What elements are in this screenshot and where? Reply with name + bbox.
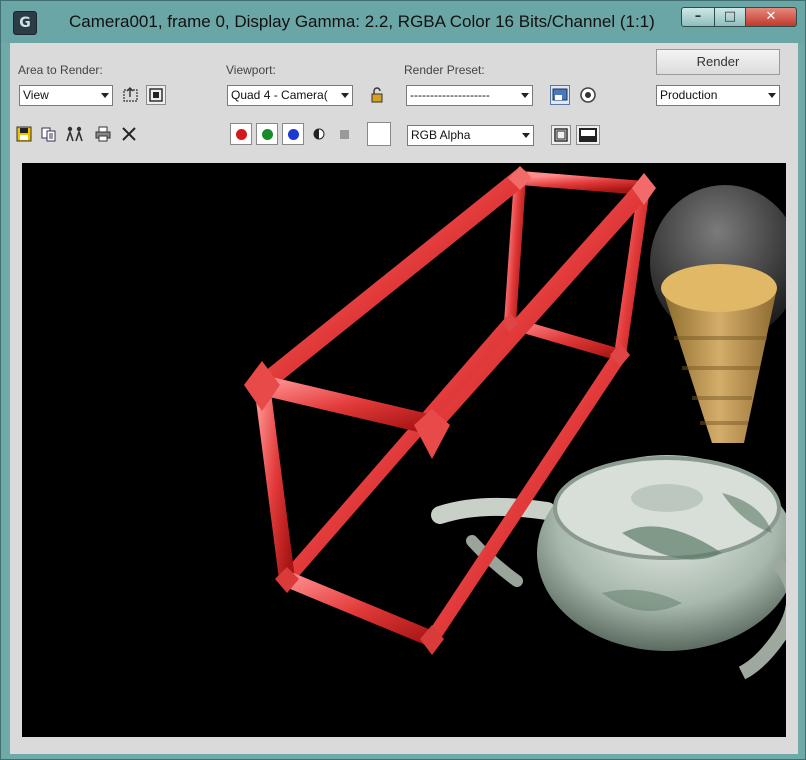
- rendered-image-viewport[interactable]: [22, 163, 786, 737]
- chevron-down-icon: [341, 93, 349, 98]
- chevron-down-icon: [522, 133, 530, 138]
- mono-toggle[interactable]: [310, 125, 330, 145]
- edit-region-icon: [123, 87, 138, 102]
- clear-frame-button[interactable]: [120, 125, 140, 145]
- viewport-label: Viewport:: [226, 63, 276, 77]
- area-to-render-dropdown[interactable]: View: [19, 85, 113, 106]
- green-channel-toggle[interactable]: [256, 123, 278, 145]
- maximize-button[interactable]: □: [714, 7, 746, 27]
- display-toggle-button[interactable]: [551, 125, 571, 145]
- close-button[interactable]: ✕: [745, 7, 797, 27]
- chevron-down-icon: [768, 93, 776, 98]
- render-preset-label: Render Preset:: [404, 63, 485, 77]
- render-mode-dropdown[interactable]: Production: [656, 85, 780, 106]
- copy-image-button[interactable]: [40, 125, 60, 145]
- window-title: Camera001, frame 0, Display Gamma: 2.2, …: [69, 12, 655, 31]
- title-bar[interactable]: G Camera001, frame 0, Display Gamma: 2.2…: [1, 1, 805, 43]
- minimize-button[interactable]: –: [681, 7, 715, 27]
- render-mode-value: Production: [660, 88, 718, 102]
- render-setup-button[interactable]: [578, 85, 598, 105]
- clone-frame-button[interactable]: [65, 125, 85, 145]
- print-icon: [95, 126, 111, 142]
- clear-icon: [122, 127, 136, 141]
- display-channel-value: RGB Alpha: [411, 128, 471, 142]
- alpha-toggle[interactable]: [336, 125, 356, 145]
- edit-region-button[interactable]: [121, 85, 141, 105]
- mono-icon: [313, 128, 325, 140]
- alpha-icon: [340, 130, 349, 139]
- close-icon: ✕: [765, 9, 777, 24]
- area-to-render-label: Area to Render:: [18, 63, 103, 77]
- render-frame-window: G Camera001, frame 0, Display Gamma: 2.2…: [0, 0, 806, 760]
- viewport-dropdown[interactable]: Quad 4 - Camera(: [227, 85, 353, 106]
- copy-icon: [41, 127, 56, 142]
- save-image-button[interactable]: [15, 125, 35, 145]
- rendered-scene: [244, 166, 786, 680]
- blue-channel-toggle[interactable]: [282, 123, 304, 145]
- clone-icon: [66, 126, 83, 142]
- save-icon: [16, 126, 32, 142]
- display-toggle-icon: [554, 128, 568, 142]
- blue-channel-icon: [288, 129, 299, 140]
- red-channel-toggle[interactable]: [230, 123, 252, 145]
- red-channel-icon: [236, 129, 247, 140]
- render-setup-icon: [580, 87, 596, 103]
- area-to-render-value: View: [23, 88, 49, 102]
- environment-button[interactable]: [550, 85, 570, 105]
- app-icon[interactable]: G: [13, 11, 37, 35]
- render-frame-client: Area to Render: Viewport: Render Preset:…: [10, 43, 798, 754]
- auto-region-button[interactable]: [146, 85, 166, 105]
- display-channel-dropdown[interactable]: RGB Alpha: [407, 125, 534, 146]
- color-swatch[interactable]: [367, 122, 391, 146]
- cone-object: [661, 264, 777, 443]
- environment-icon: [552, 88, 568, 101]
- chevron-down-icon: [521, 93, 529, 98]
- render-preset-dropdown[interactable]: --------------------: [406, 85, 533, 106]
- render-preset-value: --------------------: [410, 88, 490, 102]
- green-channel-icon: [262, 129, 273, 140]
- auto-region-icon: [149, 88, 163, 102]
- print-image-button[interactable]: [94, 125, 114, 145]
- lock-icon: [371, 87, 383, 103]
- overlay-icon: [579, 128, 597, 142]
- maximize-icon: □: [723, 9, 737, 24]
- overlay-toggle-button[interactable]: [576, 125, 600, 145]
- chevron-down-icon: [101, 93, 109, 98]
- minimize-icon: –: [694, 9, 702, 24]
- lock-button[interactable]: [367, 85, 387, 105]
- viewport-value: Quad 4 - Camera(: [231, 88, 328, 102]
- render-button[interactable]: Render: [656, 49, 780, 75]
- teapot-object: [431, 455, 786, 680]
